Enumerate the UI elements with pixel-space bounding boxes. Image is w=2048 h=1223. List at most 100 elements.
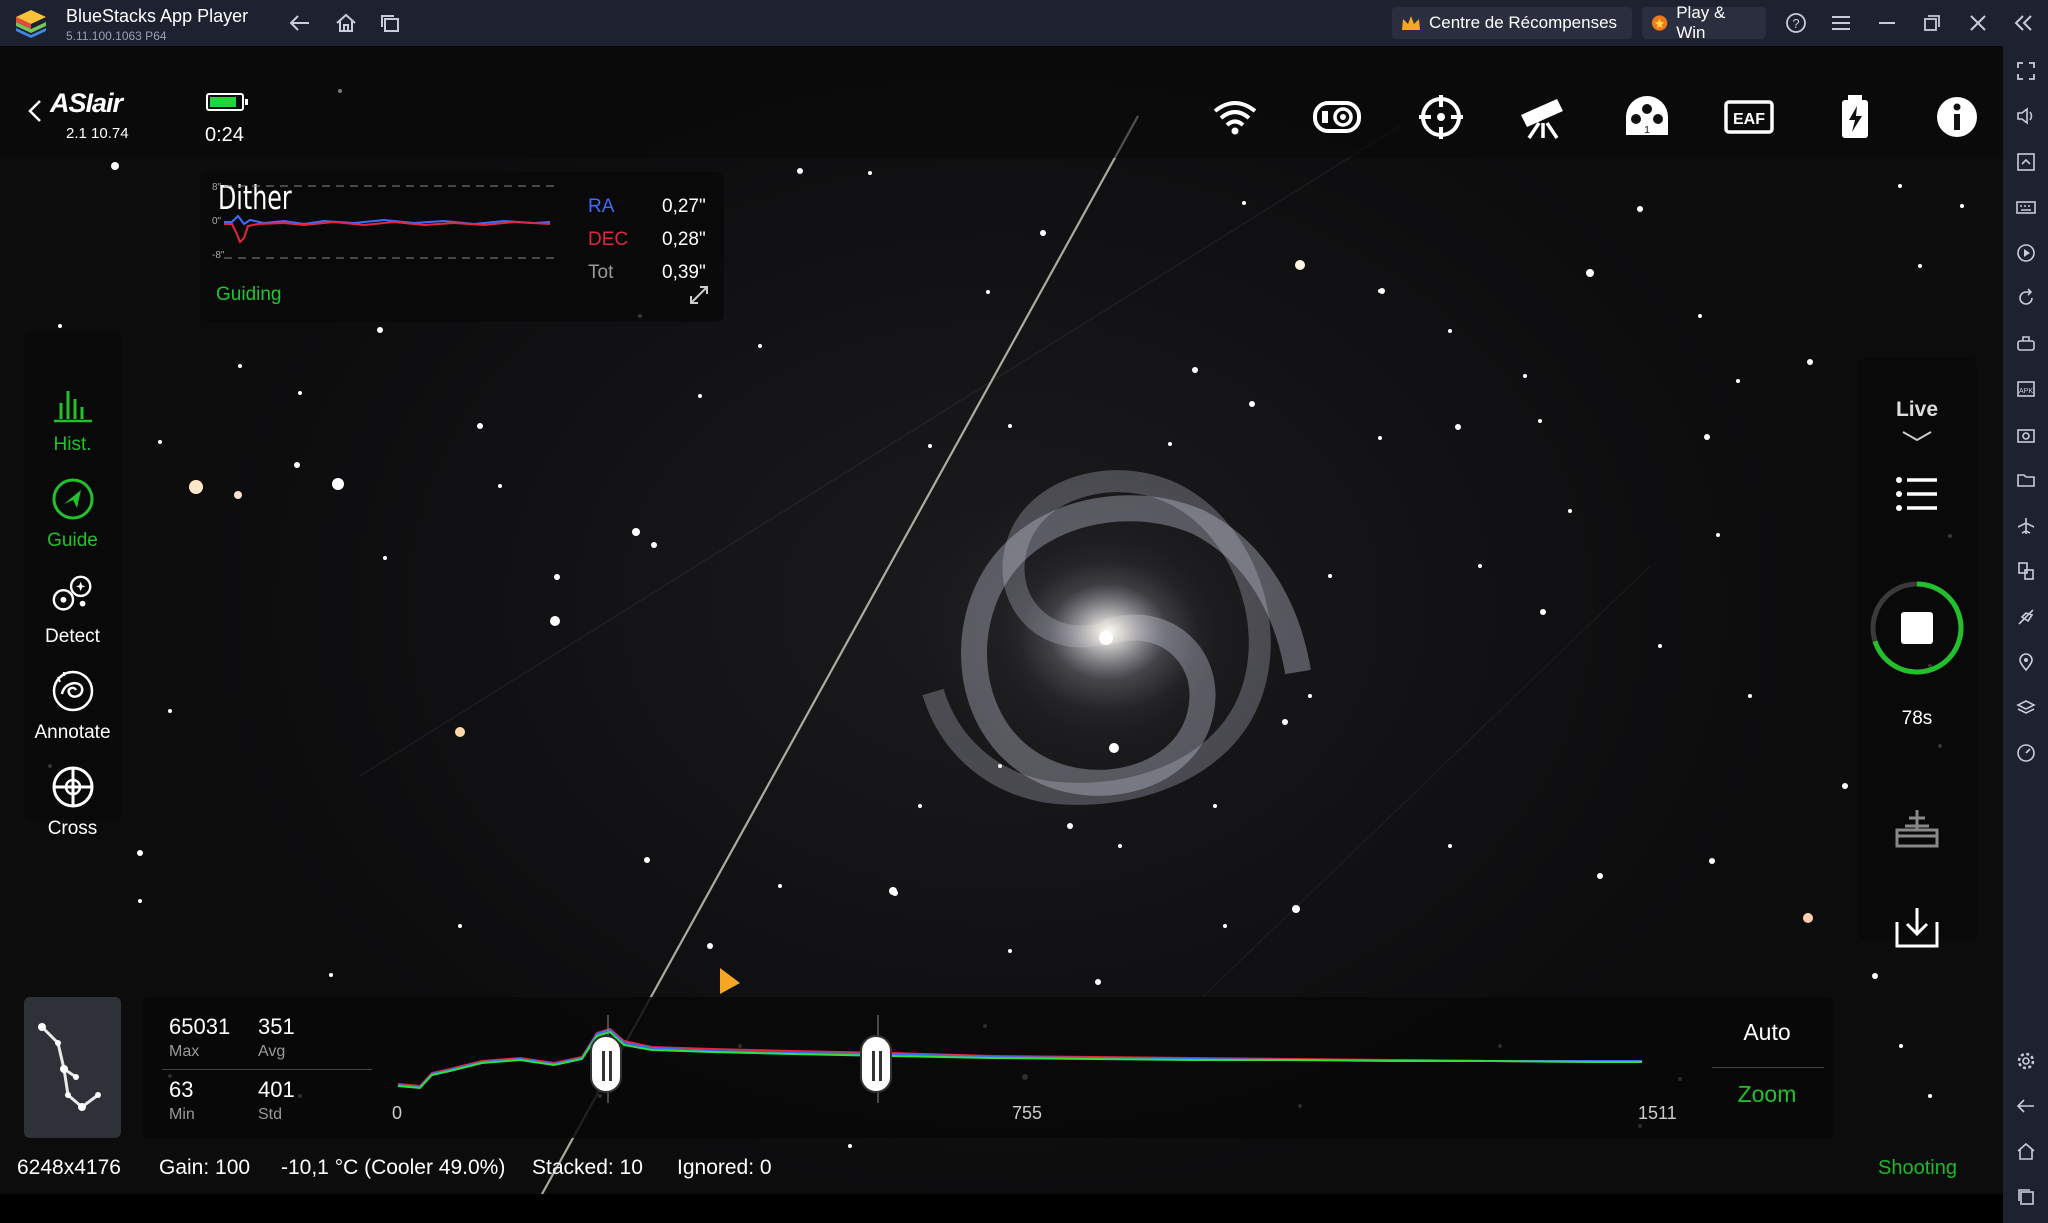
zoom-button[interactable]: Zoom	[1712, 1081, 1822, 1108]
hist-max-value: 65031	[169, 1014, 231, 1039]
hist-min-label: Min	[169, 1106, 195, 1123]
hist-max-label: Max	[169, 1043, 200, 1060]
dec-label: DEC	[588, 229, 629, 250]
hist-stats-divider	[162, 1069, 372, 1070]
restore-icon[interactable]	[1918, 9, 1946, 37]
asiair-logo: ASIair	[50, 88, 123, 118]
asiair-app-view[interactable]: ASIair 2.1 10.74 0:24 1 EAF Dither 8" 0"…	[0, 46, 2003, 1223]
tool-guide[interactable]: Guide	[24, 478, 121, 580]
help-icon[interactable]: ?	[1782, 9, 1810, 37]
tool-guide-label: Guide	[47, 530, 98, 551]
macro-icon[interactable]	[2013, 240, 2039, 266]
keyboard-icon[interactable]	[2013, 194, 2039, 220]
black-point-slider-handle[interactable]	[590, 1035, 622, 1093]
bluestacks-sidebar: APK	[2003, 46, 2048, 1223]
hist-tick-mid: 755	[1012, 1103, 1043, 1123]
info-icon[interactable]	[1930, 93, 1984, 141]
menu-icon[interactable]	[1827, 9, 1855, 37]
tool-detect-label: Detect	[45, 626, 100, 647]
settings-gear-icon[interactable]	[2013, 1048, 2039, 1074]
asiair-version: 2.1 10.74	[66, 125, 129, 142]
collapse-sidebar-icon[interactable]	[2010, 9, 2038, 37]
minimize-icon[interactable]	[1873, 9, 1901, 37]
volume-icon[interactable]	[2013, 103, 2039, 129]
screenshot-icon[interactable]	[2013, 422, 2039, 448]
eaf-icon[interactable]: EAF	[1722, 93, 1776, 141]
window-version: 5.11.100.1063 P64	[66, 29, 167, 43]
axis-mid-label: 0"	[212, 216, 222, 227]
window-title: BlueStacks App Player	[66, 6, 249, 26]
hist-tick-right: 1511	[1638, 1103, 1677, 1123]
dec-value: 0,28"	[662, 229, 706, 250]
app-toolbar: ASIair 2.1 10.74 0:24 1 EAF	[0, 46, 2003, 158]
tot-value: 0,39"	[662, 262, 706, 283]
android-home-icon[interactable]	[2013, 1139, 2039, 1165]
apk-install-icon[interactable]: APK	[2013, 376, 2039, 402]
performance-icon[interactable]	[2013, 740, 2039, 766]
tool-histogram[interactable]: Hist.	[24, 391, 121, 486]
media-manager-icon[interactable]	[2013, 149, 2039, 175]
guiding-status: Guiding	[216, 284, 282, 305]
constellation-map-thumbnail[interactable]	[24, 997, 121, 1138]
guide-icon	[50, 476, 96, 522]
crown-icon	[1402, 16, 1420, 30]
white-point-slider-handle[interactable]	[860, 1035, 892, 1093]
tool-annotate[interactable]: Annotate	[24, 670, 121, 772]
camera-filter-icon[interactable]	[1310, 93, 1364, 141]
close-icon[interactable]	[1964, 9, 1992, 37]
tool-cross-label: Cross	[47, 818, 98, 839]
auto-stretch-button[interactable]: Auto	[1712, 1019, 1822, 1046]
hist-std-value: 401	[258, 1077, 295, 1102]
eco-mode-icon[interactable]	[2013, 604, 2039, 630]
bluestacks-logo-icon	[16, 10, 46, 38]
histogram-icon	[50, 382, 96, 428]
guiding-graph-panel[interactable]: Dither 8" 0" -8" RA 0,27" DEC 0,28" Tot …	[200, 172, 724, 322]
rotate-icon[interactable]	[2013, 285, 2039, 311]
stop-capture-button[interactable]	[1865, 576, 1969, 680]
android-back-icon[interactable]	[2013, 1093, 2039, 1119]
recent-apps-icon[interactable]	[376, 9, 404, 37]
play-win-button[interactable]: Play & Win	[1642, 3, 1766, 42]
guide-crosshair-icon[interactable]	[1414, 93, 1468, 141]
multi-instance-icon[interactable]	[2013, 558, 2039, 584]
expand-icon[interactable]	[688, 284, 710, 306]
game-controls-icon[interactable]	[2013, 331, 2039, 357]
layers-icon[interactable]	[2013, 695, 2039, 721]
capture-control-panel: Live 78s	[1857, 358, 1977, 948]
tool-cross[interactable]: Cross	[24, 766, 121, 868]
dec-line	[224, 220, 551, 244]
hist-buttons-divider	[1712, 1067, 1824, 1068]
histogram-panel[interactable]: 65031 Max 351 Avg 63 Min 401 Std 0 755 1…	[142, 997, 1834, 1138]
bottom-bar	[0, 1194, 2003, 1223]
live-mode-label[interactable]: Live	[1857, 398, 1977, 422]
fullscreen-icon[interactable]	[2013, 58, 2039, 84]
home-icon[interactable]	[332, 9, 360, 37]
telescope-mount-icon[interactable]	[1516, 93, 1570, 141]
ra-label: RA	[588, 196, 615, 217]
hist-avg-value: 351	[258, 1014, 295, 1039]
filter-wheel-icon[interactable]: 1	[1620, 93, 1674, 141]
mode-chevron-icon[interactable]	[1901, 430, 1933, 442]
axis-bottom-label: -8"	[212, 250, 225, 261]
list-icon[interactable]	[1887, 464, 1947, 524]
tool-detect[interactable]: Detect	[24, 575, 121, 676]
back-chevron-icon[interactable]	[26, 98, 44, 124]
android-recents-icon[interactable]	[2013, 1184, 2039, 1210]
play-win-label: Play & Win	[1676, 3, 1726, 42]
rewards-button[interactable]: Centre de Récompenses	[1392, 7, 1632, 39]
detect-stars-icon	[50, 572, 96, 618]
wifi-icon[interactable]	[1208, 93, 1262, 141]
folder-icon[interactable]	[2013, 467, 2039, 493]
svg-text:1: 1	[1644, 125, 1650, 136]
hist-min-value: 63	[169, 1077, 194, 1102]
stack-icon[interactable]	[1887, 798, 1947, 858]
location-icon[interactable]	[2013, 649, 2039, 675]
window-titlebar: BlueStacks App Player 5.11.100.1063 P64 …	[0, 0, 2048, 46]
airplane-mode-icon[interactable]	[2013, 513, 2039, 539]
battery-icon	[206, 93, 248, 111]
hist-tick-left: 0	[392, 1103, 403, 1123]
sensor-temperature: -10,1 °C (Cooler 49.0%)	[281, 1156, 506, 1179]
download-icon[interactable]	[1887, 898, 1947, 958]
power-usb-icon[interactable]	[1828, 93, 1882, 141]
back-arrow-icon[interactable]	[286, 9, 314, 37]
